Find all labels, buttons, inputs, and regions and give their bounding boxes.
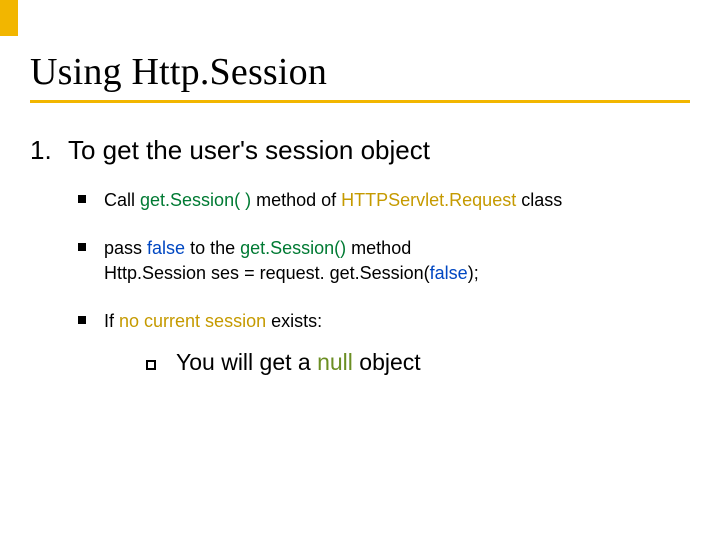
bullet-text: pass false to the get.Session() method H… — [104, 236, 690, 285]
text: You will get a — [176, 349, 317, 375]
text: If — [104, 311, 119, 331]
sub-text: You will get a null object — [176, 347, 421, 378]
square-bullet-icon — [78, 195, 86, 203]
highlight: no current session — [119, 311, 266, 331]
accent-bar — [0, 0, 18, 36]
text: pass — [104, 238, 147, 258]
item-text: To get the user's session object — [68, 135, 430, 166]
open-square-bullet-icon — [146, 360, 156, 370]
slide-title: Using Http.Session — [30, 50, 690, 98]
numbered-item: 1. To get the user's session object — [30, 135, 690, 166]
text: method — [346, 238, 411, 258]
text: object — [353, 349, 421, 375]
list-item: Call get.Session( ) method of HTTPServle… — [78, 188, 690, 212]
slide-body: 1. To get the user's session object Call… — [30, 135, 690, 384]
class-name: HTTPServlet.Request — [341, 190, 516, 210]
keyword: false — [147, 238, 185, 258]
list-item: pass false to the get.Session() method H… — [78, 236, 690, 285]
text: method of — [251, 190, 341, 210]
sub-item: You will get a null object — [146, 347, 690, 378]
title-underline — [30, 100, 690, 103]
text: class — [516, 190, 562, 210]
bullet-list: Call get.Session( ) method of HTTPServle… — [78, 188, 690, 378]
code-line: ); — [468, 263, 479, 283]
bullet-text: Call get.Session( ) method of HTTPServle… — [104, 188, 690, 212]
keyword: false — [430, 263, 468, 283]
square-bullet-icon — [78, 243, 86, 251]
slide: Using Http.Session 1. To get the user's … — [0, 0, 720, 540]
text: exists: — [266, 311, 322, 331]
bullet-text: If no current session exists: You will g… — [104, 309, 690, 378]
text: to the — [185, 238, 240, 258]
code-line: Http.Session ses = request. get.Session( — [104, 263, 430, 283]
text: Call — [104, 190, 140, 210]
item-number: 1. — [30, 135, 58, 166]
list-item: If no current session exists: You will g… — [78, 309, 690, 378]
keyword: null — [317, 349, 353, 375]
square-bullet-icon — [78, 316, 86, 324]
title-block: Using Http.Session — [30, 50, 690, 103]
method-name: get.Session( ) — [140, 190, 251, 210]
method-name: get.Session() — [240, 238, 346, 258]
